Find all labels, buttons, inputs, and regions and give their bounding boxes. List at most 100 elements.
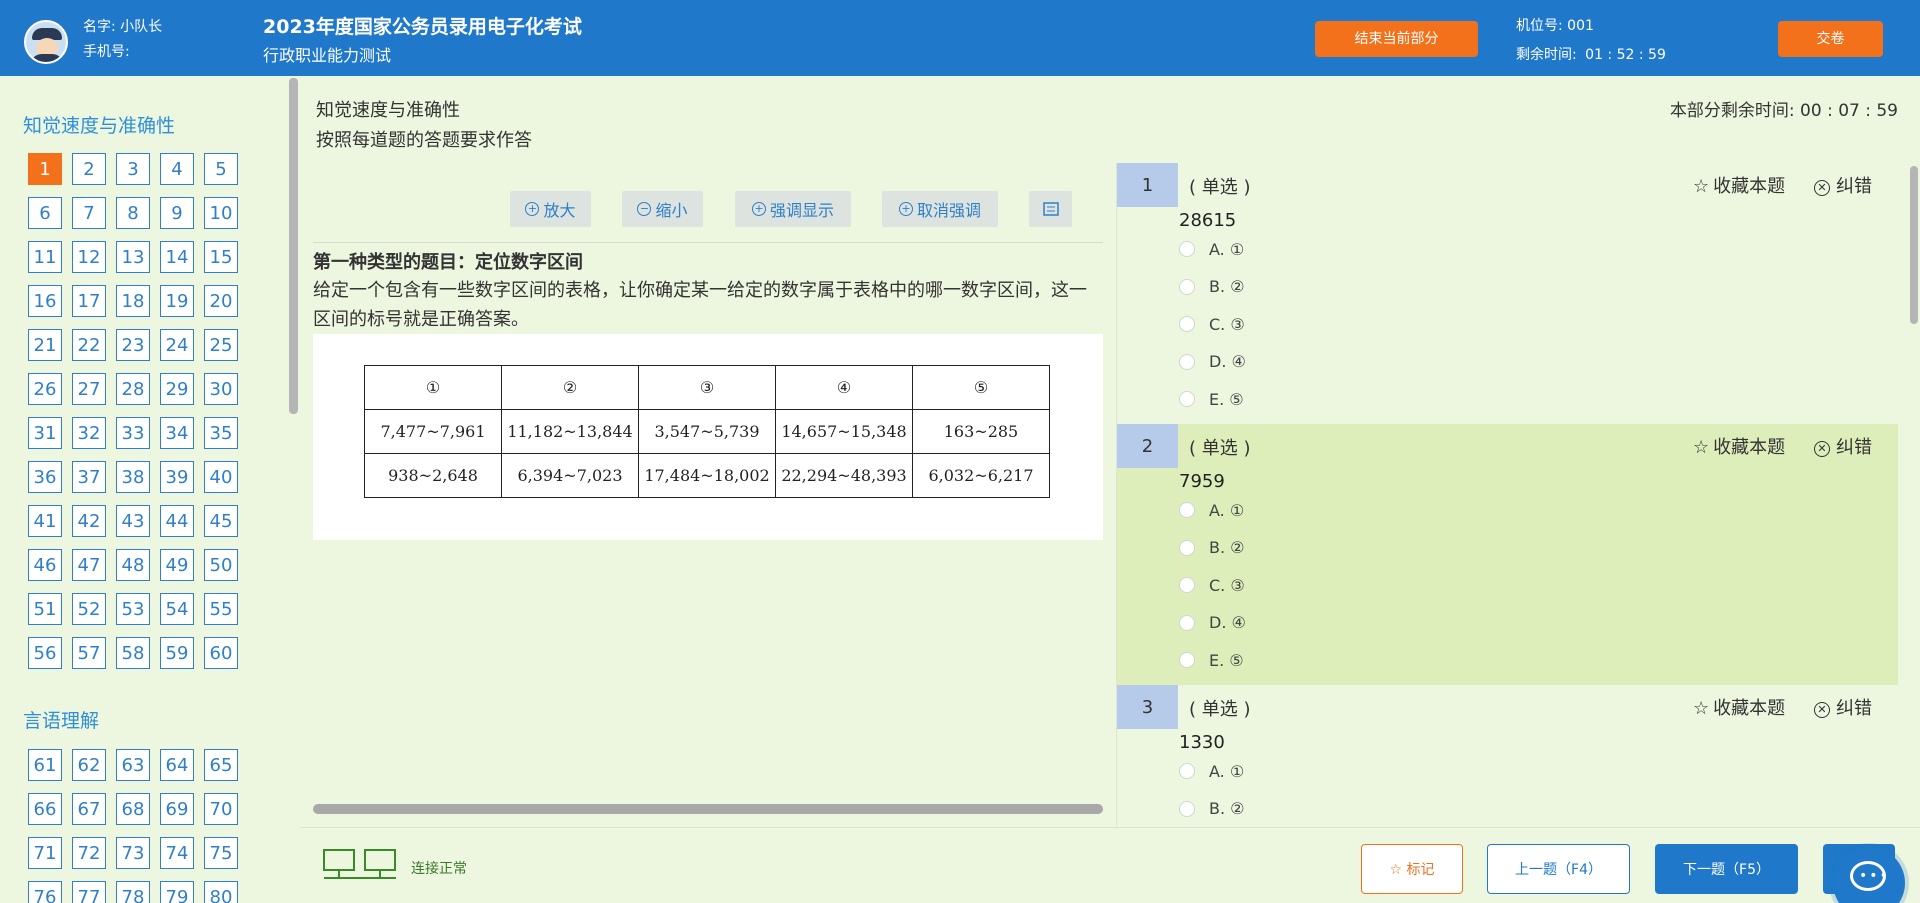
- question-number-50[interactable]: 50: [204, 549, 238, 581]
- question-number-24[interactable]: 24: [160, 329, 194, 361]
- question-number-16[interactable]: 16: [28, 285, 62, 317]
- question-number-18[interactable]: 18: [116, 285, 150, 317]
- question-number-42[interactable]: 42: [72, 505, 106, 537]
- question-number-64[interactable]: 64: [160, 749, 194, 781]
- question-number-67[interactable]: 67: [72, 793, 106, 825]
- submit-exam-button[interactable]: 交卷: [1778, 21, 1883, 57]
- option-e[interactable]: E. ⑤: [1179, 387, 1244, 411]
- radio-button[interactable]: [1179, 316, 1195, 332]
- question-number-79[interactable]: 79: [160, 881, 194, 903]
- question-number-40[interactable]: 40: [204, 461, 238, 493]
- sidebar-scrollbar[interactable]: [289, 78, 298, 414]
- end-part-button[interactable]: 结束当前部分: [1315, 21, 1478, 57]
- previous-question-button[interactable]: 上一题（F4）: [1487, 844, 1630, 894]
- question-number-74[interactable]: 74: [160, 837, 194, 869]
- question-number-71[interactable]: 71: [28, 837, 62, 869]
- option-c[interactable]: C. ③: [1179, 573, 1245, 597]
- question-number-54[interactable]: 54: [160, 593, 194, 625]
- question-number-27[interactable]: 27: [72, 373, 106, 405]
- question-number-41[interactable]: 41: [28, 505, 62, 537]
- question-number-76[interactable]: 76: [28, 881, 62, 903]
- calculator-button[interactable]: [1029, 191, 1072, 227]
- question-number-47[interactable]: 47: [72, 549, 106, 581]
- question-number-3[interactable]: 3: [116, 153, 150, 185]
- report-error-button[interactable]: ✕ 纠错: [1814, 694, 1872, 720]
- radio-button[interactable]: [1179, 391, 1195, 407]
- option-b[interactable]: B. ②: [1179, 275, 1245, 299]
- favorite-button[interactable]: ☆ 收藏本题: [1693, 433, 1785, 459]
- question-number-15[interactable]: 15: [204, 241, 238, 273]
- question-number-44[interactable]: 44: [160, 505, 194, 537]
- question-number-23[interactable]: 23: [116, 329, 150, 361]
- favorite-button[interactable]: ☆ 收藏本题: [1693, 694, 1785, 720]
- cancel-highlight-button[interactable]: + 取消强调: [882, 191, 998, 227]
- question-number-70[interactable]: 70: [204, 793, 238, 825]
- question-number-9[interactable]: 9: [160, 197, 194, 229]
- question-number-21[interactable]: 21: [28, 329, 62, 361]
- question-number-55[interactable]: 55: [204, 593, 238, 625]
- question-number-34[interactable]: 34: [160, 417, 194, 449]
- mark-button[interactable]: ☆ 标记: [1361, 844, 1463, 894]
- material-horizontal-scrollbar[interactable]: [313, 804, 1103, 814]
- radio-button[interactable]: [1179, 763, 1195, 779]
- option-a[interactable]: A. ①: [1179, 237, 1244, 261]
- question-number-68[interactable]: 68: [116, 793, 150, 825]
- question-number-26[interactable]: 26: [28, 373, 62, 405]
- question-number-58[interactable]: 58: [116, 637, 150, 669]
- question-number-51[interactable]: 51: [28, 593, 62, 625]
- question-number-80[interactable]: 80: [204, 881, 238, 903]
- report-error-button[interactable]: ✕ 纠错: [1814, 433, 1872, 459]
- question-number-39[interactable]: 39: [160, 461, 194, 493]
- option-a[interactable]: A. ①: [1179, 498, 1244, 522]
- question-number-72[interactable]: 72: [72, 837, 106, 869]
- question-number-61[interactable]: 61: [28, 749, 62, 781]
- option-d[interactable]: D. ④: [1179, 350, 1246, 374]
- option-d[interactable]: D. ④: [1179, 611, 1246, 635]
- radio-button[interactable]: [1179, 652, 1195, 668]
- option-b[interactable]: B. ②: [1179, 536, 1245, 560]
- question-number-22[interactable]: 22: [72, 329, 106, 361]
- option-e[interactable]: E. ⑤: [1179, 648, 1244, 672]
- option-c[interactable]: C. ③: [1179, 312, 1245, 336]
- question-number-52[interactable]: 52: [72, 593, 106, 625]
- question-number-7[interactable]: 7: [72, 197, 106, 229]
- questions-scrollbar[interactable]: [1910, 166, 1918, 324]
- question-number-6[interactable]: 6: [28, 197, 62, 229]
- option-b[interactable]: B. ②: [1179, 797, 1245, 821]
- question-number-20[interactable]: 20: [204, 285, 238, 317]
- question-number-37[interactable]: 37: [72, 461, 106, 493]
- question-number-56[interactable]: 56: [28, 637, 62, 669]
- radio-button[interactable]: [1179, 800, 1195, 817]
- radio-button[interactable]: [1179, 241, 1195, 257]
- question-number-49[interactable]: 49: [160, 549, 194, 581]
- question-number-65[interactable]: 65: [204, 749, 238, 781]
- question-number-43[interactable]: 43: [116, 505, 150, 537]
- question-number-32[interactable]: 32: [72, 417, 106, 449]
- radio-button[interactable]: [1179, 353, 1195, 370]
- question-number-5[interactable]: 5: [204, 153, 238, 185]
- question-number-19[interactable]: 19: [160, 285, 194, 317]
- question-number-59[interactable]: 59: [160, 637, 194, 669]
- question-number-63[interactable]: 63: [116, 749, 150, 781]
- radio-button[interactable]: [1179, 539, 1195, 556]
- question-number-46[interactable]: 46: [28, 549, 62, 581]
- radio-button[interactable]: [1179, 278, 1195, 295]
- question-number-30[interactable]: 30: [204, 373, 238, 405]
- question-number-12[interactable]: 12: [72, 241, 106, 273]
- question-number-78[interactable]: 78: [116, 881, 150, 903]
- next-question-button[interactable]: 下一题（F5）: [1655, 844, 1798, 894]
- question-number-35[interactable]: 35: [204, 417, 238, 449]
- question-number-45[interactable]: 45: [204, 505, 238, 537]
- question-number-29[interactable]: 29: [160, 373, 194, 405]
- question-number-25[interactable]: 25: [204, 329, 238, 361]
- question-number-62[interactable]: 62: [72, 749, 106, 781]
- radio-button[interactable]: [1179, 577, 1195, 593]
- question-number-77[interactable]: 77: [72, 881, 106, 903]
- question-number-1[interactable]: 1: [28, 153, 62, 185]
- report-error-button[interactable]: ✕ 纠错: [1814, 172, 1872, 198]
- question-number-36[interactable]: 36: [28, 461, 62, 493]
- question-number-8[interactable]: 8: [116, 197, 150, 229]
- question-number-17[interactable]: 17: [72, 285, 106, 317]
- question-number-31[interactable]: 31: [28, 417, 62, 449]
- question-number-60[interactable]: 60: [204, 637, 238, 669]
